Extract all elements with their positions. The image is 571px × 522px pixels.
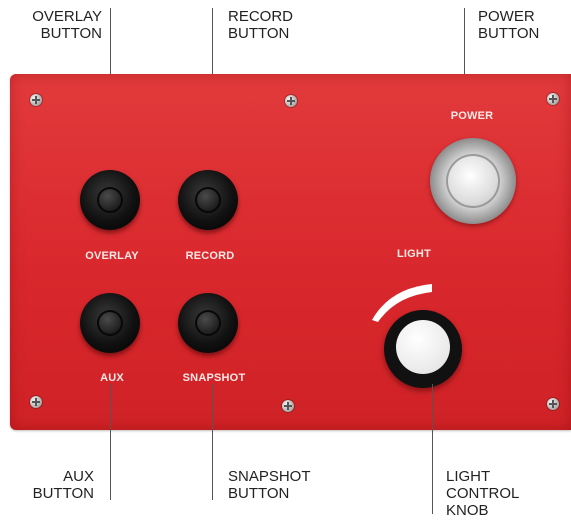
power-button-callout: POWER BUTTON <box>478 8 540 42</box>
light-control-knob-callout: LIGHT CONTROL KNOB <box>446 468 520 519</box>
screw-icon <box>547 398 559 410</box>
aux-button-callout: AUX BUTTON <box>32 468 94 502</box>
power-panel-label: POWER <box>450 110 494 122</box>
power-button[interactable] <box>430 138 516 224</box>
screw-icon <box>30 94 42 106</box>
snapshot-panel-label: SNAPSHOT <box>182 372 246 384</box>
overlay-button-callout: OVERLAY BUTTON <box>32 8 102 42</box>
screw-icon <box>30 396 42 408</box>
record-button-callout: RECORD BUTTON <box>228 8 294 42</box>
overlay-button[interactable] <box>80 170 140 230</box>
light-knob-leader-line <box>432 384 433 514</box>
light-control-knob[interactable] <box>384 310 462 388</box>
screw-icon <box>285 95 297 107</box>
record-button[interactable] <box>178 170 238 230</box>
light-panel-label: LIGHT <box>397 248 431 260</box>
aux-button[interactable] <box>80 293 140 353</box>
aux-leader-line <box>110 384 111 500</box>
screw-icon <box>547 93 559 105</box>
screw-icon <box>282 400 294 412</box>
snapshot-button-callout: SNAPSHOT BUTTON <box>228 468 311 502</box>
snapshot-leader-line <box>212 384 213 500</box>
record-panel-label: RECORD <box>185 250 235 262</box>
overlay-panel-label: OVERLAY <box>85 250 139 262</box>
snapshot-button[interactable] <box>178 293 238 353</box>
aux-panel-label: AUX <box>100 372 124 384</box>
